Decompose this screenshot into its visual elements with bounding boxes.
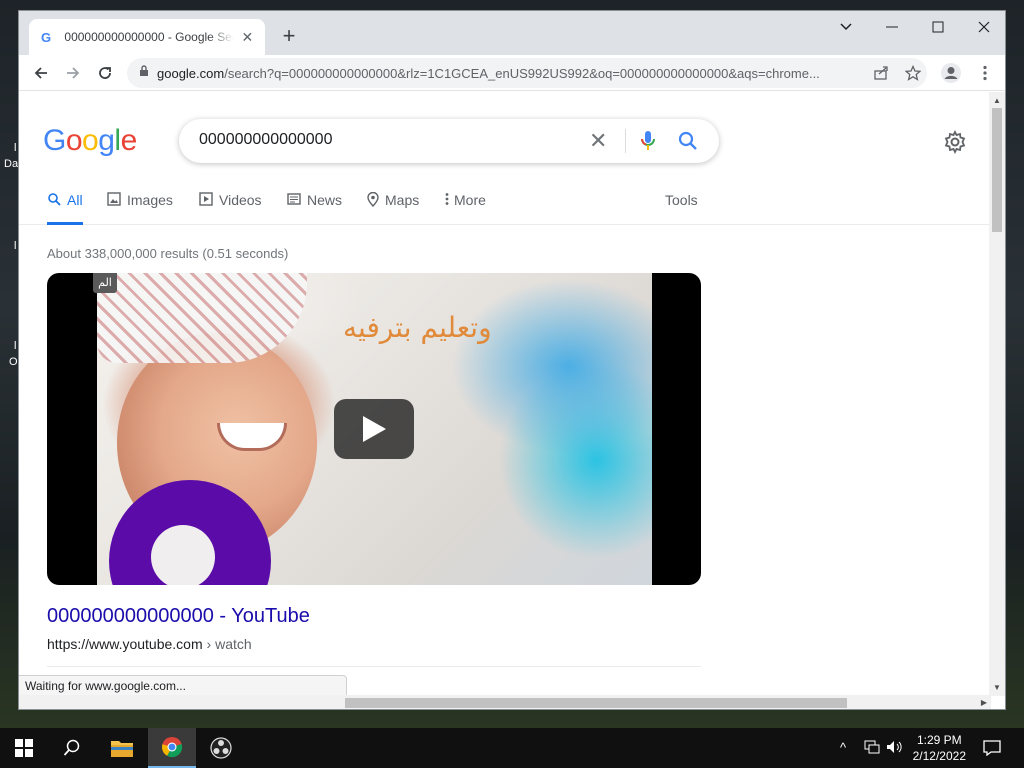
svg-text:G: G	[41, 30, 51, 44]
search-results-page: Google 000000000000000 ✕ All Images Vide…	[19, 92, 991, 696]
tray-chevron-icon[interactable]: ^	[840, 740, 846, 755]
search-input[interactable]: 000000000000000	[199, 131, 332, 149]
tools-button[interactable]: Tools	[665, 191, 698, 225]
tab-label: News	[307, 192, 343, 208]
scroll-up-arrow-icon[interactable]: ▲	[993, 96, 1001, 105]
status-bubble: Waiting for www.google.com...	[19, 675, 347, 696]
bookmark-star-icon[interactable]	[899, 59, 927, 87]
network-icon[interactable]	[864, 740, 880, 757]
taskbar-search-icon[interactable]	[48, 728, 96, 768]
reload-button[interactable]	[91, 59, 119, 87]
forward-button[interactable]	[59, 59, 87, 87]
lock-icon[interactable]	[139, 64, 149, 82]
tab-news[interactable]: News	[287, 191, 342, 225]
vertical-scroll-thumb[interactable]	[992, 108, 1002, 232]
new-tab-button[interactable]: +	[277, 25, 301, 49]
clear-search-icon[interactable]: ✕	[589, 130, 607, 152]
tab-maps[interactable]: Maps	[367, 191, 419, 225]
horizontal-scrollbar[interactable]: ▶	[19, 695, 991, 709]
maximize-button[interactable]	[915, 11, 961, 43]
tab-label: Images	[127, 192, 173, 208]
browser-window: G 000000000000000 - Google Search ✕ +	[18, 10, 1006, 710]
desktop-icon-label-fragment: l	[14, 340, 17, 352]
logo-letter: o	[82, 124, 99, 157]
search-box[interactable]: 000000000000000 ✕	[179, 119, 719, 163]
google-favicon-icon: G	[39, 29, 54, 45]
result-divider	[47, 666, 701, 667]
browser-toolbar: google.com/search?q=000000000000000&rlz=…	[19, 55, 1005, 91]
tab-label: Maps	[385, 192, 420, 208]
desktop-icon-label-fragment: l	[14, 142, 17, 154]
chrome-taskbar-icon[interactable]	[148, 728, 196, 768]
tab-label: All	[67, 192, 83, 208]
tab-all[interactable]: All	[47, 191, 83, 225]
google-logo[interactable]: Google	[43, 124, 137, 158]
url-path: /search?q=000000000000000&rlz=1C1GCEA_en…	[224, 65, 820, 81]
settings-gear-icon[interactable]	[943, 129, 967, 159]
tools-label: Tools	[665, 192, 698, 208]
desktop-icon-label-fragment: l	[14, 240, 17, 252]
result-url-breadcrumb: › watch	[202, 636, 252, 652]
address-bar[interactable]: google.com/search?q=000000000000000&rlz=…	[127, 58, 927, 88]
logo-letter: G	[43, 124, 66, 157]
clock-date: 2/12/2022	[912, 749, 966, 763]
tab-videos[interactable]: Videos	[199, 191, 262, 225]
url-text: google.com/search?q=000000000000000&rlz=…	[157, 66, 857, 81]
tab-search-button[interactable]	[823, 11, 869, 43]
tab-label: More	[454, 192, 486, 208]
logo-letter: e	[120, 124, 138, 157]
desktop-icon-label-fragment: Da	[4, 158, 19, 170]
result-stats: About 338,000,000 results (0.51 seconds)	[47, 246, 289, 261]
start-button[interactable]	[0, 728, 48, 768]
taskbar: ^ 1:29 PM 2/12/2022	[0, 728, 1024, 768]
file-explorer-icon[interactable]	[98, 728, 146, 768]
minimize-button[interactable]	[869, 11, 915, 43]
search-tabs: All Images Videos News Maps More Tools	[19, 191, 991, 225]
news-icon	[287, 192, 301, 206]
tab-more[interactable]: More	[445, 191, 486, 225]
scroll-right-arrow-icon[interactable]: ▶	[981, 698, 987, 707]
back-button[interactable]	[27, 59, 55, 87]
result-url[interactable]: https://www.youtube.com › watch	[47, 636, 252, 652]
profile-avatar-icon[interactable]	[937, 59, 965, 87]
clock-time: 1:29 PM	[916, 733, 962, 747]
video-overlay-text: وتعليم بترفيه	[343, 311, 492, 344]
result-url-host: https://www.youtube.com	[47, 636, 203, 652]
search-submit-icon[interactable]	[677, 130, 699, 157]
tab-title: 000000000000000 - Google Search	[64, 30, 233, 44]
more-vert-icon	[445, 192, 449, 206]
desktop-icon-label-fragment: O	[9, 356, 18, 368]
scroll-down-arrow-icon[interactable]: ▼	[993, 683, 1001, 692]
url-host: google.com	[157, 65, 225, 81]
share-icon[interactable]	[867, 59, 895, 87]
voice-search-mic-icon[interactable]	[639, 130, 657, 157]
tab-close-icon[interactable]: ✕	[240, 29, 255, 45]
close-window-button[interactable]	[961, 11, 1005, 43]
tab-label: Videos	[219, 192, 262, 208]
video-icon	[199, 192, 213, 206]
video-corner-chip: الم	[93, 273, 117, 293]
search-box-divider	[625, 129, 626, 153]
play-button-icon[interactable]	[334, 399, 414, 459]
browser-tab[interactable]: G 000000000000000 - Google Search ✕	[29, 19, 265, 55]
volume-icon[interactable]	[886, 740, 904, 757]
search-icon	[47, 192, 61, 206]
tab-images[interactable]: Images	[107, 191, 173, 225]
video-thumbnail[interactable]: وتعليم بترفيه الم	[47, 273, 701, 585]
horizontal-scroll-thumb[interactable]	[345, 698, 847, 708]
system-clock[interactable]: 1:29 PM 2/12/2022	[913, 732, 966, 764]
image-icon	[107, 192, 121, 206]
logo-letter: g	[98, 124, 115, 157]
vertical-scrollbar[interactable]: ▲ ▼	[989, 92, 1005, 696]
result-title-link[interactable]: 000000000000000 - YouTube	[47, 605, 310, 628]
logo-letter: o	[65, 124, 83, 157]
tab-strip: G 000000000000000 - Google Search ✕ +	[19, 11, 1005, 55]
obs-taskbar-icon[interactable]	[197, 728, 245, 768]
chrome-menu-icon[interactable]	[971, 59, 999, 87]
action-center-icon[interactable]	[968, 728, 1016, 768]
map-pin-icon	[367, 192, 379, 207]
